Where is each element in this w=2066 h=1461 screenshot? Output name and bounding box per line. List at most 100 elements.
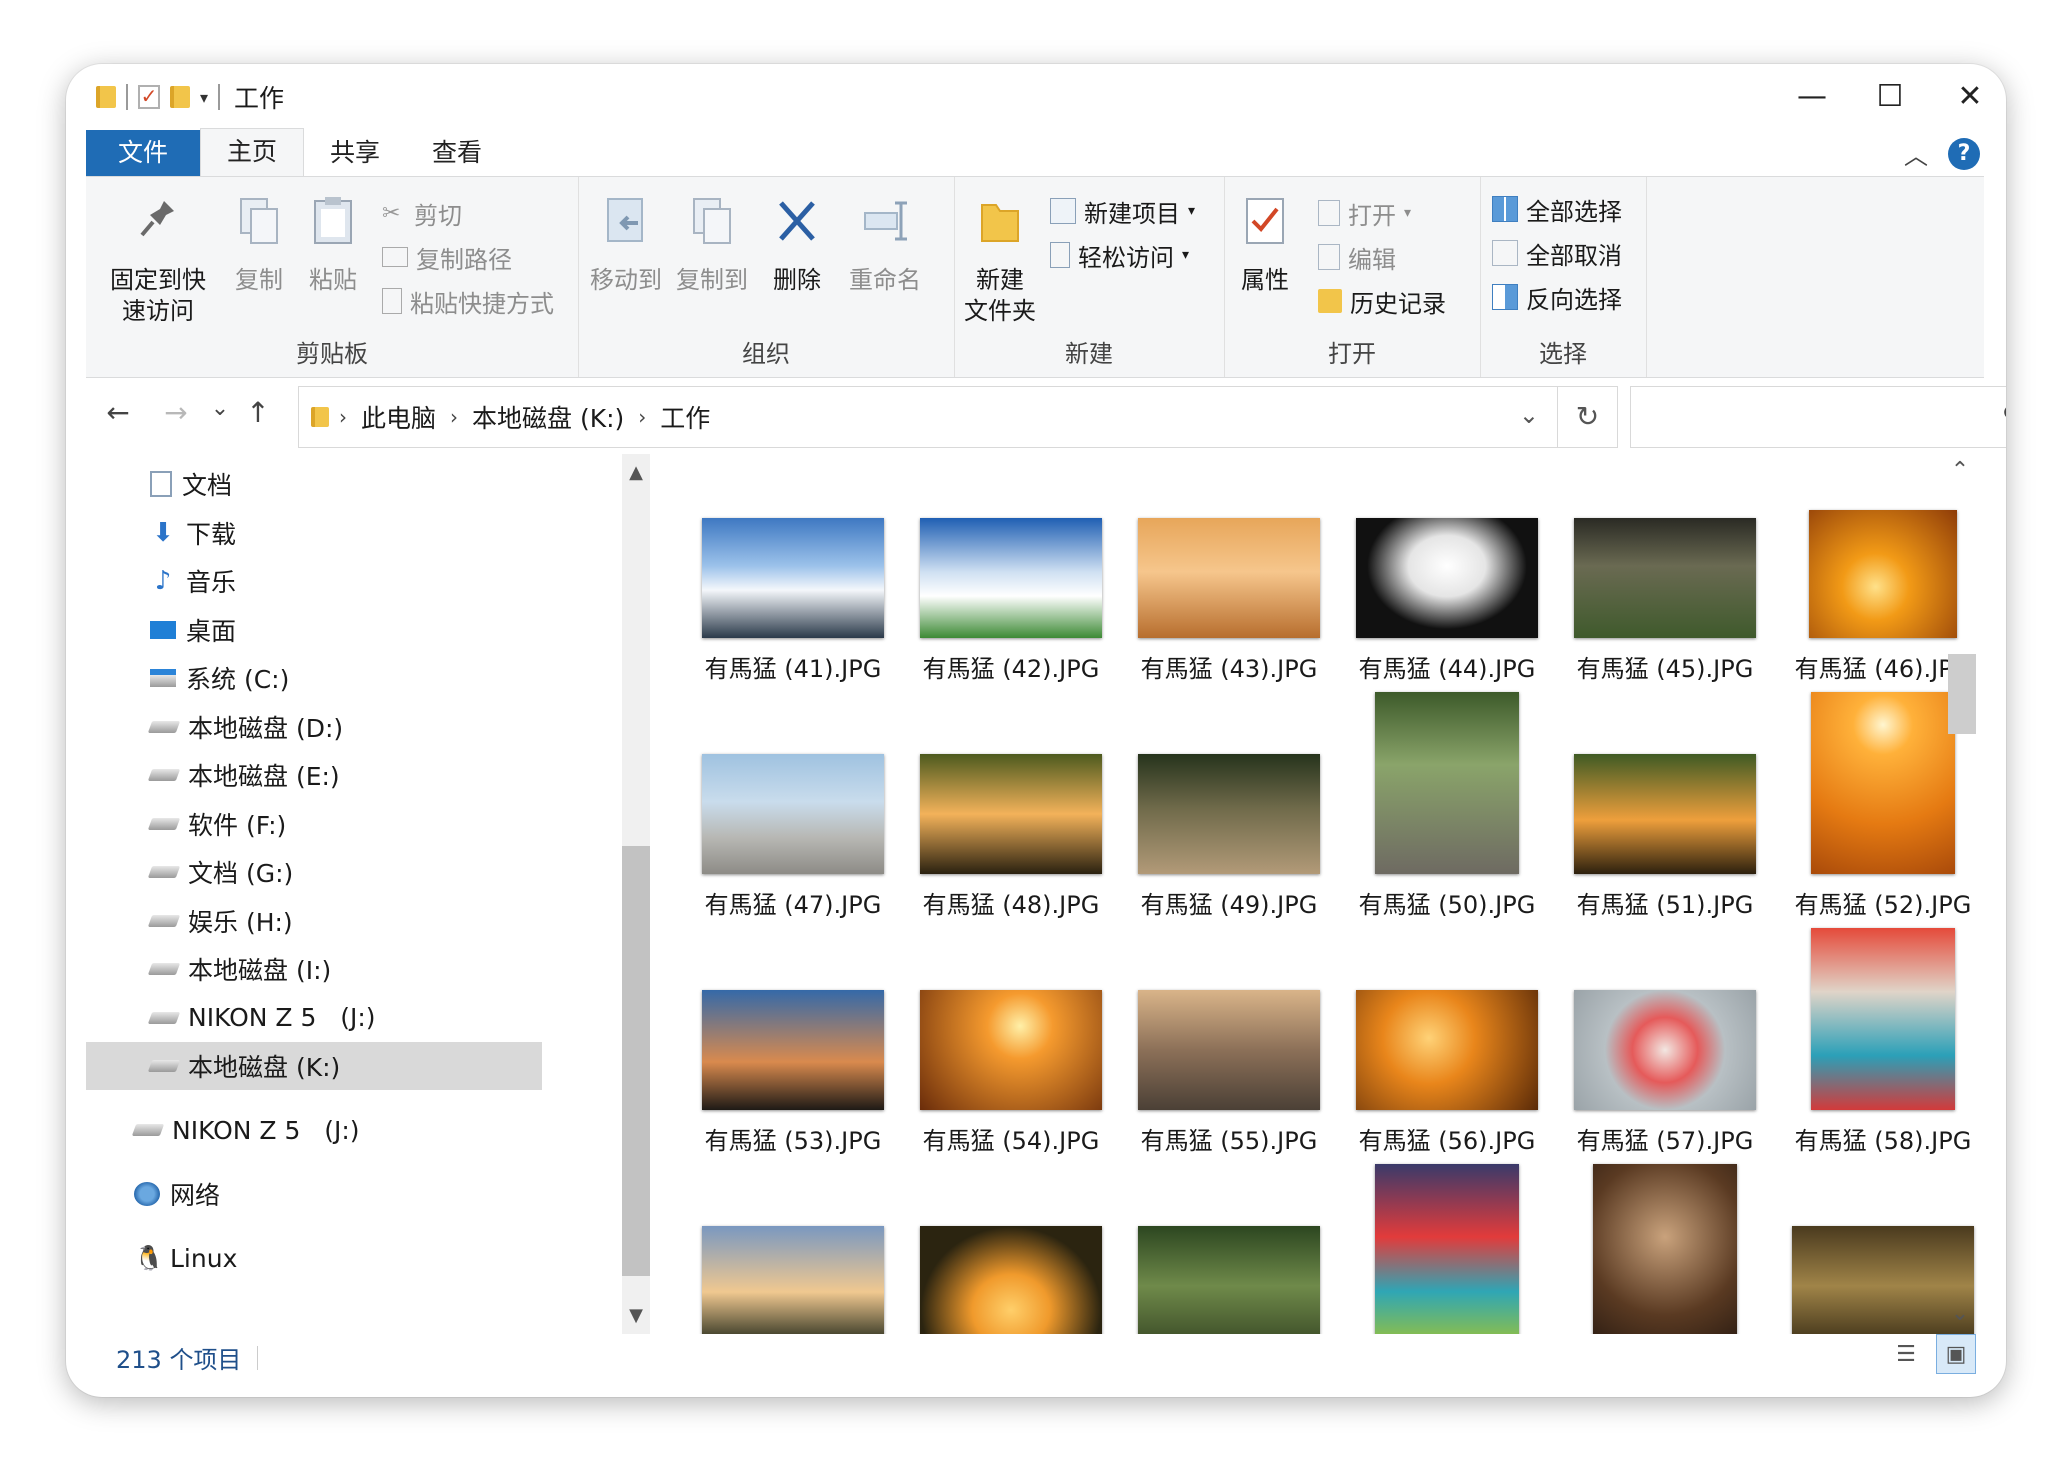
large-icons-view-icon[interactable]: ▣ xyxy=(1936,1334,1976,1374)
file-thumbnail[interactable] xyxy=(1356,990,1538,1110)
sidebar-item[interactable]: 🐧 Linux xyxy=(86,1234,542,1282)
sidebar-item[interactable]: 桌面 xyxy=(86,606,542,654)
file-thumbnail[interactable] xyxy=(1375,692,1519,874)
paste-button[interactable]: 粘贴 xyxy=(298,195,368,296)
sidebar-item[interactable]: NIKON Z 5 (J:) xyxy=(86,994,542,1042)
file-item[interactable]: 有馬猛 (61).JPG xyxy=(1124,1162,1334,1334)
grid-scroll-thumb[interactable] xyxy=(1948,654,1976,734)
recent-locations-button[interactable]: ⌄ xyxy=(200,396,240,421)
back-button[interactable]: ← xyxy=(98,396,138,429)
sidebar-item[interactable]: 本地磁盘 (D:) xyxy=(86,703,542,751)
copy-button[interactable]: 复制 xyxy=(224,195,294,296)
file-thumbnail[interactable] xyxy=(920,1226,1102,1334)
breadcrumb-this-pc[interactable]: 此电脑 xyxy=(361,399,436,435)
file-item[interactable]: 有馬猛 (47).JPG xyxy=(688,690,898,926)
copy-path-button[interactable]: 复制路径 xyxy=(382,239,512,275)
file-thumbnail[interactable] xyxy=(702,518,884,638)
sidebar-item[interactable]: ♪ 音乐 xyxy=(86,557,542,605)
edit-button[interactable]: 编辑 xyxy=(1318,239,1396,275)
file-item[interactable]: 有馬猛 (54).JPG xyxy=(906,926,1116,1162)
sidebar-item[interactable]: 软件 (F:) xyxy=(86,800,542,848)
file-item[interactable]: 有馬猛 (43).JPG xyxy=(1124,454,1334,690)
copy-to-button[interactable]: 复制到 xyxy=(670,195,754,296)
cut-button[interactable]: ✂ 剪切 xyxy=(382,195,462,231)
maximize-button[interactable]: ☐ xyxy=(1860,74,1920,118)
address-dropdown-icon[interactable]: ⌄ xyxy=(1519,401,1539,429)
file-item[interactable]: 有馬猛 (50).JPG xyxy=(1342,690,1552,926)
file-item[interactable]: 有馬猛 (60).JPG xyxy=(906,1162,1116,1334)
file-thumbnail[interactable] xyxy=(1809,510,1957,638)
file-item[interactable]: 有馬猛 (56).JPG xyxy=(1342,926,1552,1162)
file-thumbnail[interactable] xyxy=(1375,1164,1519,1334)
properties-qat-icon[interactable]: ✓ xyxy=(138,85,160,109)
delete-button[interactable]: 删除 xyxy=(764,195,830,296)
grid-scroll-down-icon[interactable]: ⌄ xyxy=(1946,1301,1974,1326)
sidebar-item[interactable]: ⬇ 下载 xyxy=(86,509,542,557)
file-thumbnail[interactable] xyxy=(1138,1226,1320,1334)
tab-file[interactable]: 文件 xyxy=(86,130,201,176)
file-thumbnail[interactable] xyxy=(1138,754,1320,874)
file-thumbnail[interactable] xyxy=(1574,990,1756,1110)
breadcrumb-drive-k[interactable]: 本地磁盘 (K:) xyxy=(472,399,624,435)
file-item[interactable]: 有馬猛 (49).JPG xyxy=(1124,690,1334,926)
file-thumbnail[interactable] xyxy=(1574,518,1756,638)
breadcrumb-separator[interactable]: › xyxy=(638,405,646,429)
file-grid-scrollbar[interactable]: ⌃ ⌄ xyxy=(1946,454,1978,1334)
move-to-button[interactable]: 移动到 xyxy=(584,195,668,296)
open-button[interactable]: 打开 ▾ xyxy=(1318,195,1411,231)
tab-share[interactable]: 共享 xyxy=(304,130,406,176)
tab-home[interactable]: 主页 xyxy=(200,128,305,176)
breadcrumb-separator[interactable]: › xyxy=(339,405,347,429)
breadcrumb-separator[interactable]: › xyxy=(450,405,458,429)
file-thumbnail[interactable] xyxy=(1138,990,1320,1110)
sidebar-item[interactable]: 文档 (G:) xyxy=(86,848,542,896)
select-none-button[interactable]: 全部取消 xyxy=(1492,235,1622,271)
file-item[interactable]: 有馬猛 (57).JPG xyxy=(1560,926,1770,1162)
file-item[interactable]: 有馬猛 (62).JPG xyxy=(1342,1162,1552,1334)
collapse-ribbon-icon[interactable]: ︿ xyxy=(1904,136,1928,171)
file-thumbnail[interactable] xyxy=(1811,692,1955,874)
search-icon[interactable]: ⚲ xyxy=(2002,401,2006,431)
file-thumbnail[interactable] xyxy=(702,990,884,1110)
rename-button[interactable]: 重命名 xyxy=(840,195,930,296)
file-item[interactable]: 有馬猛 (45).JPG xyxy=(1560,454,1770,690)
file-thumbnail[interactable] xyxy=(920,518,1102,638)
refresh-button[interactable]: ↻ xyxy=(1558,386,1618,448)
up-button[interactable]: ↑ xyxy=(238,396,278,429)
file-item[interactable]: 有馬猛 (55).JPG xyxy=(1124,926,1334,1162)
sidebar-item[interactable]: 娱乐 (H:) xyxy=(86,897,542,945)
file-item[interactable]: 有馬猛 (63).JPG xyxy=(1560,1162,1770,1334)
file-item[interactable]: 有馬猛 (42).JPG xyxy=(906,454,1116,690)
file-thumbnail[interactable] xyxy=(920,754,1102,874)
grid-scroll-up-icon[interactable]: ⌃ xyxy=(1946,458,1974,483)
file-item[interactable]: 有馬猛 (48).JPG xyxy=(906,690,1116,926)
nav-scroll-down-icon[interactable]: ▼ xyxy=(622,1305,650,1326)
history-button[interactable]: 历史记录 xyxy=(1318,283,1446,319)
file-thumbnail[interactable] xyxy=(702,754,884,874)
qat-dropdown-icon[interactable]: ▾ xyxy=(200,88,208,107)
sidebar-item[interactable]: 本地磁盘 (I:) xyxy=(86,945,542,993)
file-thumbnail[interactable] xyxy=(1138,518,1320,638)
new-folder-button[interactable]: 新建 文件夹 xyxy=(960,195,1040,327)
file-item[interactable]: 有馬猛 (44).JPG xyxy=(1342,454,1552,690)
file-item[interactable]: 有馬猛 (51).JPG xyxy=(1560,690,1770,926)
file-thumbnail[interactable] xyxy=(1593,1164,1737,1334)
nav-scroll-up-icon[interactable]: ▲ xyxy=(622,462,650,483)
invert-selection-button[interactable]: 反向选择 xyxy=(1492,279,1622,315)
close-button[interactable]: ✕ xyxy=(1940,74,2000,118)
pin-quick-access-button[interactable]: 固定到快 速访问 xyxy=(98,195,218,327)
forward-button[interactable]: → xyxy=(156,396,196,429)
file-thumbnail[interactable] xyxy=(1811,928,1955,1110)
sidebar-item[interactable]: 本地磁盘 (E:) xyxy=(86,751,542,799)
file-thumbnail[interactable] xyxy=(1574,754,1756,874)
navigation-pane-scrollbar[interactable]: ▲ ▼ xyxy=(622,454,650,1334)
file-item[interactable]: 有馬猛 (53).JPG xyxy=(688,926,898,1162)
sidebar-item[interactable]: 本地磁盘 (K:) xyxy=(86,1042,542,1090)
search-input[interactable]: ⚲ xyxy=(1630,386,2006,448)
tab-view[interactable]: 查看 xyxy=(406,130,508,176)
sidebar-item[interactable]: 文档 xyxy=(86,460,542,508)
sidebar-item[interactable]: NIKON Z 5 (J:) xyxy=(86,1106,542,1154)
select-all-button[interactable]: 全部选择 xyxy=(1492,191,1622,227)
file-thumbnail[interactable] xyxy=(920,990,1102,1110)
sidebar-item[interactable]: 网络 xyxy=(86,1170,542,1218)
